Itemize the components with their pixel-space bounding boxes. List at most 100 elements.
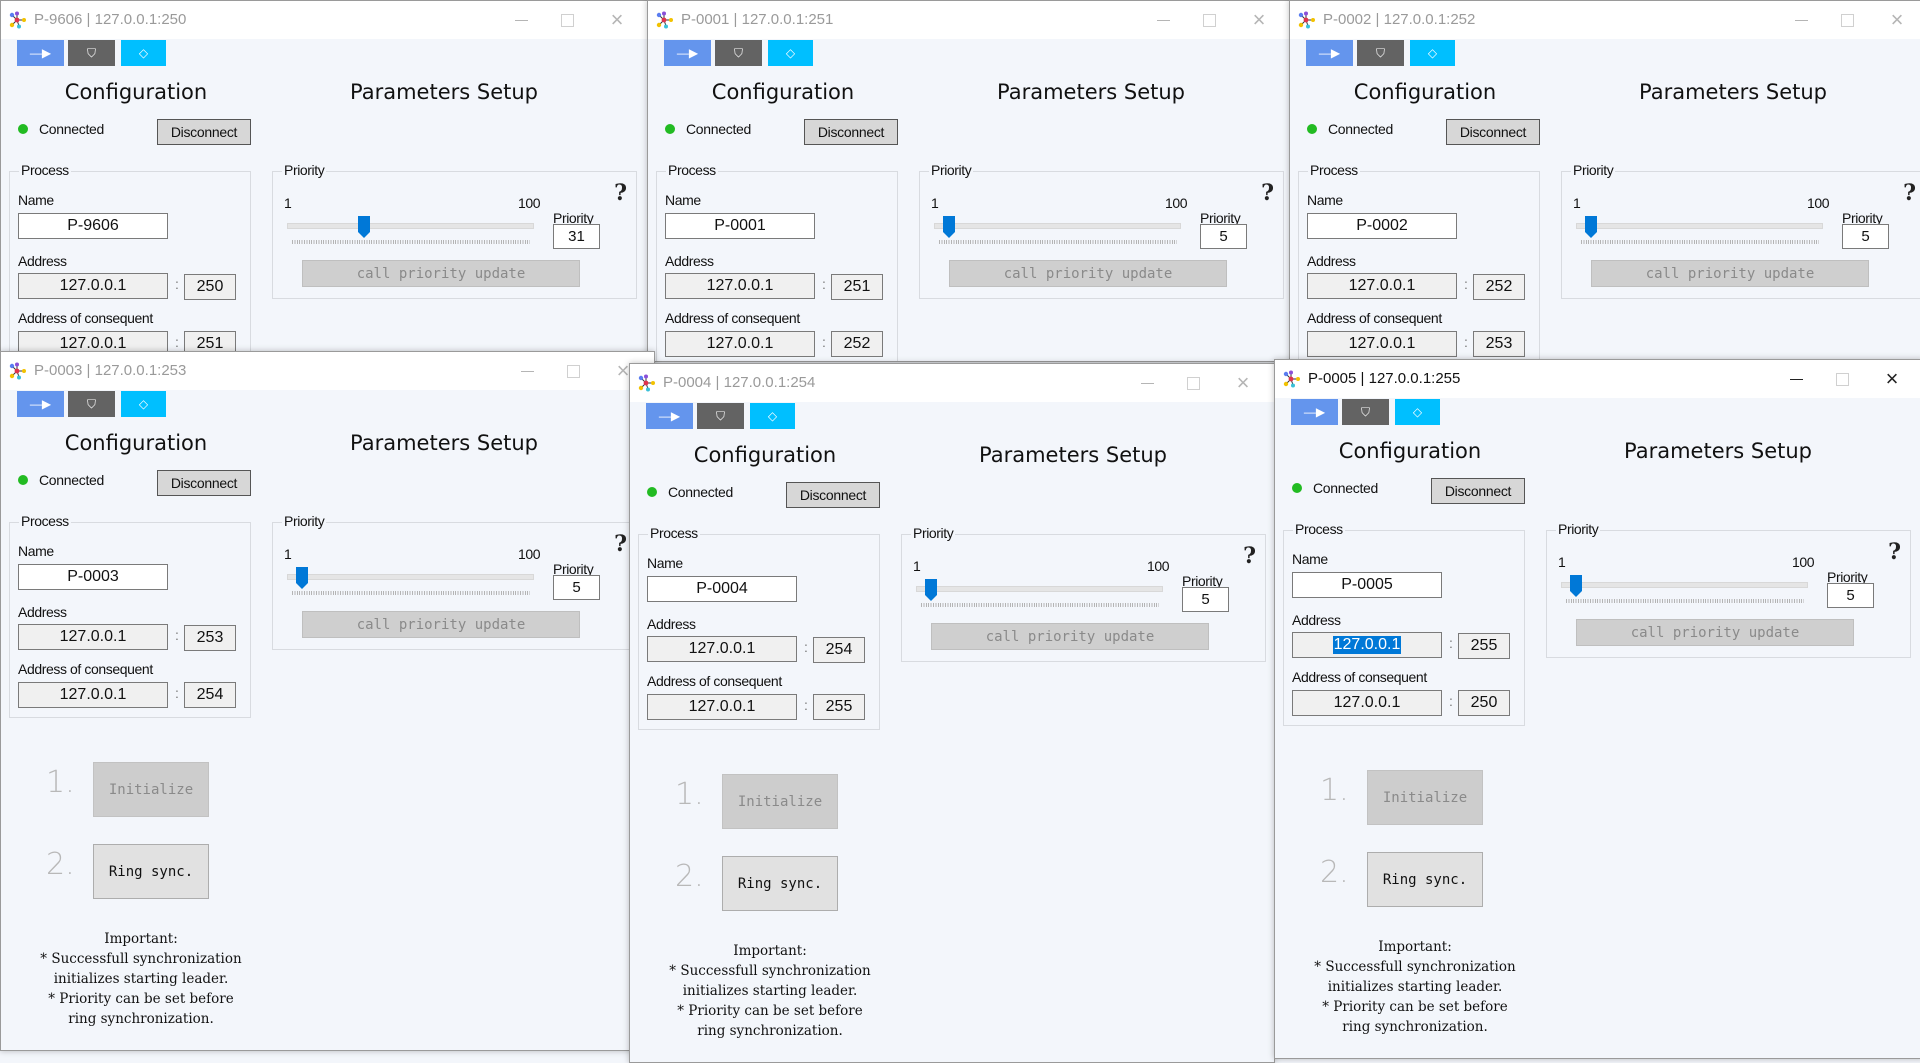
consequent-address-input[interactable]: 127.0.0.1 (647, 694, 797, 720)
maximize-button[interactable] (544, 7, 590, 33)
address-input[interactable]: 127.0.0.1 (1307, 273, 1457, 299)
name-input[interactable]: P-9606 (18, 213, 168, 239)
toolbar-shield-button[interactable]: ⛉ (715, 40, 762, 66)
initialize-button[interactable]: Initialize (1367, 770, 1483, 825)
toolbar-run-button[interactable]: —▶ (1291, 399, 1338, 425)
consequent-address-input[interactable]: 127.0.0.1 (18, 682, 168, 708)
title-bar[interactable]: P-0003 | 127.0.0.1:253 × (1, 352, 654, 390)
toolbar-run-button[interactable]: —▶ (646, 403, 693, 429)
help-icon[interactable]: ? (1261, 180, 1274, 206)
name-input[interactable]: P-0002 (1307, 213, 1457, 239)
maximize-button[interactable] (1824, 7, 1870, 33)
toolbar-diamond-button[interactable]: ◇ (1410, 40, 1455, 66)
close-button[interactable]: × (1874, 7, 1920, 33)
close-button[interactable]: × (1869, 366, 1915, 392)
call-priority-update-button[interactable]: call priority update (302, 611, 580, 638)
consequent-port-input[interactable]: 254 (184, 682, 236, 708)
minimize-button[interactable] (1140, 7, 1186, 33)
toolbar-diamond-button[interactable]: ◇ (750, 403, 795, 429)
toolbar-run-button[interactable]: —▶ (1306, 40, 1353, 66)
name-input[interactable]: P-0001 (665, 213, 815, 239)
maximize-button[interactable] (1170, 370, 1216, 396)
title-bar[interactable]: P-0004 | 127.0.0.1:254 × (630, 364, 1274, 402)
help-icon[interactable]: ? (614, 180, 627, 206)
call-priority-update-button[interactable]: call priority update (1591, 260, 1869, 287)
priority-input[interactable]: 31 (553, 224, 600, 249)
toolbar-diamond-button[interactable]: ◇ (121, 391, 166, 417)
port-input[interactable]: 254 (813, 637, 865, 663)
priority-input[interactable]: 5 (1200, 224, 1247, 249)
priority-slider-thumb[interactable] (943, 216, 956, 238)
disconnect-button[interactable]: Disconnect (1446, 119, 1540, 145)
priority-input[interactable]: 5 (1182, 587, 1229, 612)
priority-slider-thumb[interactable] (1570, 575, 1583, 597)
priority-input[interactable]: 5 (553, 575, 600, 600)
priority-slider-thumb[interactable] (1585, 216, 1598, 238)
priority-input[interactable]: 5 (1842, 224, 1889, 249)
disconnect-button[interactable]: Disconnect (157, 119, 251, 145)
toolbar-diamond-button[interactable]: ◇ (1395, 399, 1440, 425)
initialize-button[interactable]: Initialize (93, 762, 209, 817)
call-priority-update-button[interactable]: call priority update (302, 260, 580, 287)
consequent-address-input[interactable]: 127.0.0.1 (1307, 331, 1457, 357)
name-input[interactable]: P-0004 (647, 576, 797, 602)
toolbar-run-button[interactable]: —▶ (17, 391, 64, 417)
maximize-button[interactable] (550, 358, 596, 384)
name-input[interactable]: P-0003 (18, 564, 168, 590)
toolbar-shield-button[interactable]: ⛉ (1342, 399, 1389, 425)
title-bar[interactable]: P-9606 | 127.0.0.1:250 × (1, 1, 648, 39)
close-button[interactable]: × (1220, 370, 1266, 396)
minimize-button[interactable] (1778, 7, 1824, 33)
toolbar-run-button[interactable]: —▶ (17, 40, 64, 66)
minimize-button[interactable] (1773, 366, 1819, 392)
toolbar-run-button[interactable]: —▶ (664, 40, 711, 66)
consequent-port-input[interactable]: 255 (813, 694, 865, 720)
toolbar-shield-button[interactable]: ⛉ (1357, 40, 1404, 66)
priority-slider-thumb[interactable] (296, 567, 309, 589)
ring-sync-button[interactable]: Ring sync. (1367, 852, 1483, 907)
port-input[interactable]: 251 (831, 274, 883, 300)
priority-slider[interactable] (916, 586, 1163, 592)
address-input[interactable]: 127.0.0.1 (18, 273, 168, 299)
address-input[interactable]: 127.0.0.1 (665, 273, 815, 299)
disconnect-button[interactable]: Disconnect (1431, 478, 1525, 504)
help-icon[interactable]: ? (1888, 539, 1901, 565)
initialize-button[interactable]: Initialize (722, 774, 838, 829)
maximize-button[interactable] (1186, 7, 1232, 33)
address-input[interactable]: 127.0.0.1 (18, 624, 168, 650)
port-input[interactable]: 250 (184, 274, 236, 300)
address-input[interactable]: 127.0.0.1 (1292, 632, 1442, 658)
toolbar-shield-button[interactable]: ⛉ (697, 403, 744, 429)
help-icon[interactable]: ? (1903, 180, 1916, 206)
priority-slider[interactable] (287, 223, 534, 229)
priority-slider[interactable] (934, 223, 1181, 229)
help-icon[interactable]: ? (1243, 543, 1256, 569)
disconnect-button[interactable]: Disconnect (157, 470, 251, 496)
toolbar-diamond-button[interactable]: ◇ (121, 40, 166, 66)
call-priority-update-button[interactable]: call priority update (949, 260, 1227, 287)
priority-slider[interactable] (1561, 582, 1808, 588)
priority-slider-thumb[interactable] (357, 216, 370, 238)
priority-slider-thumb[interactable] (925, 579, 938, 601)
title-bar[interactable]: P-0001 | 127.0.0.1:251 × (648, 1, 1290, 39)
toolbar-shield-button[interactable]: ⛉ (68, 391, 115, 417)
title-bar[interactable]: P-0005 | 127.0.0.1:255 × (1275, 360, 1920, 398)
call-priority-update-button[interactable]: call priority update (931, 623, 1209, 650)
priority-slider[interactable] (1576, 223, 1823, 229)
maximize-button[interactable] (1819, 366, 1865, 392)
consequent-port-input[interactable]: 252 (831, 331, 883, 357)
ring-sync-button[interactable]: Ring sync. (722, 856, 838, 911)
toolbar-diamond-button[interactable]: ◇ (768, 40, 813, 66)
address-input[interactable]: 127.0.0.1 (647, 636, 797, 662)
close-button[interactable]: × (594, 7, 640, 33)
consequent-address-input[interactable]: 127.0.0.1 (665, 331, 815, 357)
call-priority-update-button[interactable]: call priority update (1576, 619, 1854, 646)
port-input[interactable]: 253 (184, 625, 236, 651)
close-button[interactable]: × (1236, 7, 1282, 33)
ring-sync-button[interactable]: Ring sync. (93, 844, 209, 899)
toolbar-shield-button[interactable]: ⛉ (68, 40, 115, 66)
minimize-button[interactable] (1124, 370, 1170, 396)
priority-slider[interactable] (287, 574, 534, 580)
help-icon[interactable]: ? (614, 531, 627, 557)
port-input[interactable]: 255 (1458, 633, 1510, 659)
